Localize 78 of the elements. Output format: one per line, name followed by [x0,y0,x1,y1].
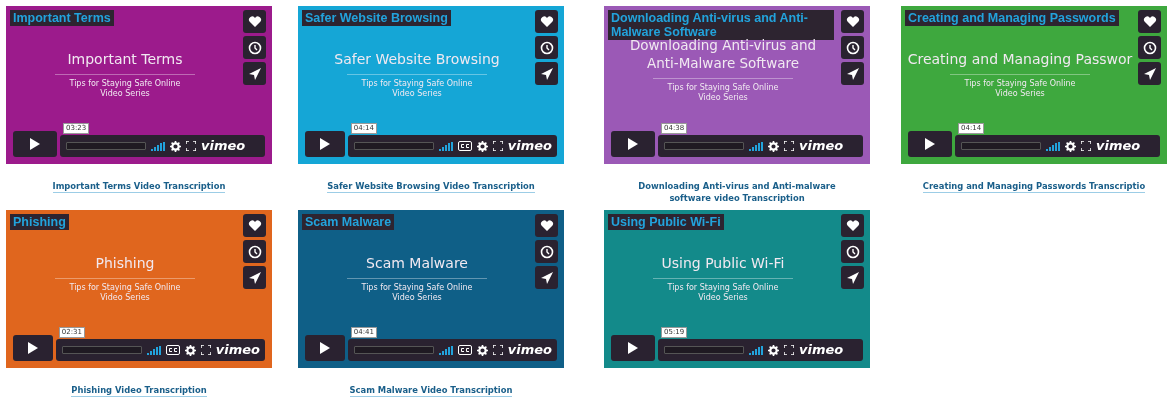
slide-subtitle: Tips for Staying Safe Online [69,283,181,293]
volume-icon[interactable] [749,141,763,151]
play-button[interactable] [13,335,53,361]
slide-title: Safer Website Browsing [334,50,500,68]
slide-subtitle: Video Series [995,89,1045,99]
transcription-link[interactable]: Safer Website Browsing Video Transcription [327,180,535,193]
slide-subtitle: Tips for Staying Safe Online [361,283,473,293]
slide-subtitle: Video Series [392,293,442,303]
play-icon [318,341,331,355]
slide-subtitle: Video Series [698,293,748,303]
transcription-link[interactable]: Phishing Video Transcription [71,384,207,397]
video-title[interactable]: Creating and Managing Passwords [905,10,1119,26]
captions-icon[interactable] [457,141,472,151]
play-button[interactable] [305,335,345,361]
play-button[interactable] [908,131,952,157]
play-button[interactable] [611,131,655,157]
fullscreen-icon[interactable] [492,345,503,355]
play-icon [627,341,639,355]
slide-title: Phishing [95,254,155,272]
settings-icon[interactable] [184,344,196,356]
slide-title: Important Terms [67,50,183,68]
fullscreen-icon[interactable] [186,141,196,151]
transcription-link[interactable]: Scam Malware Video Transcription [349,384,513,397]
settings-icon[interactable] [768,140,779,152]
slide-title: Creating and Managing Passwor [907,50,1133,68]
play-icon [627,137,639,151]
slide-subtitle: Video Series [100,293,150,303]
volume-icon[interactable] [749,345,763,355]
slide-subtitle: Video Series [392,89,442,99]
volume-icon[interactable] [146,345,161,355]
volume-icon[interactable] [438,345,453,355]
play-button[interactable] [305,131,345,157]
vimeo-logo[interactable]: vimeo [507,343,552,357]
play-icon [318,137,331,151]
volume-icon[interactable] [438,141,453,151]
video-title[interactable]: Scam Malware [302,214,395,230]
play-icon [29,137,41,151]
fullscreen-icon[interactable] [1081,141,1091,151]
transcription-link[interactable]: Creating and Managing Passwords Transcriptio [922,180,1146,193]
vimeo-logo[interactable]: vimeo [215,343,260,357]
settings-icon[interactable] [1065,140,1076,152]
slide-title: Scam Malware [366,254,468,272]
video-title[interactable]: Using Public Wi-Fi [608,214,724,230]
vimeo-logo[interactable]: vimeo [799,343,844,357]
settings-icon[interactable] [170,140,181,152]
settings-icon[interactable] [476,140,488,152]
play-button[interactable] [13,131,57,157]
play-button[interactable] [611,335,655,361]
slide-subtitle: Tips for Staying Safe Online [361,79,473,89]
slide-subtitle: Tips for Staying Safe Online [667,83,779,93]
vimeo-logo[interactable]: vimeo [1096,139,1141,153]
fullscreen-icon[interactable] [492,141,503,151]
fullscreen-icon[interactable] [200,345,211,355]
video-title[interactable]: Phishing [10,214,69,230]
fullscreen-icon[interactable] [784,141,794,151]
video-title[interactable]: Safer Website Browsing [302,10,451,26]
settings-icon[interactable] [768,344,779,356]
slide-title: Using Public Wi-Fi [661,254,785,272]
captions-icon[interactable] [457,345,472,355]
play-icon [924,137,936,151]
slide-subtitle: Tips for Staying Safe Online [69,79,181,89]
slide-subtitle: Video Series [698,93,748,103]
volume-icon[interactable] [1046,141,1060,151]
transcription-link[interactable]: Downloading Anti-virus and Anti-malware software video Transcription [622,180,852,204]
vimeo-logo[interactable]: vimeo [799,139,844,153]
slide-subtitle: Tips for Staying Safe Online [964,79,1076,89]
play-icon [26,341,39,355]
fullscreen-icon[interactable] [784,345,794,355]
vimeo-logo[interactable]: vimeo [507,139,552,153]
volume-icon[interactable] [151,141,165,151]
vimeo-logo[interactable]: vimeo [201,139,246,153]
video-title[interactable]: Downloading Anti-virus and Anti-Malware Software [608,10,834,40]
transcription-link[interactable]: Important Terms Video Transcription [52,180,226,193]
captions-icon[interactable] [165,345,180,355]
slide-subtitle: Video Series [100,89,150,99]
settings-icon[interactable] [476,344,488,356]
video-title[interactable]: Important Terms [10,10,114,26]
slide-subtitle: Tips for Staying Safe Online [667,283,779,293]
